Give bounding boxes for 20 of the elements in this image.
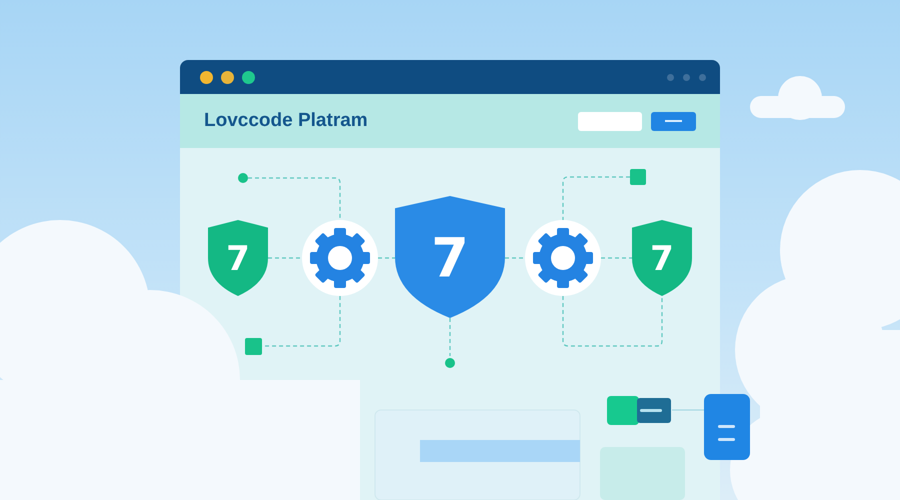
window-control-dot[interactable] — [242, 70, 255, 84]
gear-icon — [525, 220, 601, 296]
gear-icon — [302, 220, 378, 296]
tab-chip — [607, 396, 671, 425]
toolbar-dot — [667, 74, 674, 80]
toolbar-dot — [699, 74, 706, 80]
document-card — [704, 394, 750, 460]
shield-number: 7 — [226, 239, 250, 280]
window-control-dot[interactable] — [200, 70, 213, 84]
node-square — [245, 338, 262, 355]
node-square — [630, 169, 646, 185]
toolbar-dot — [683, 74, 690, 80]
platform-title: Lovccode Platram — [204, 110, 368, 132]
node-dot — [445, 358, 455, 368]
menu-button[interactable] — [651, 112, 696, 130]
shield-number: 7 — [650, 239, 674, 280]
shield-number: 7 — [431, 226, 469, 290]
input-field[interactable] — [578, 112, 642, 130]
node-dot — [238, 173, 248, 183]
window-control-dot[interactable] — [221, 70, 234, 84]
